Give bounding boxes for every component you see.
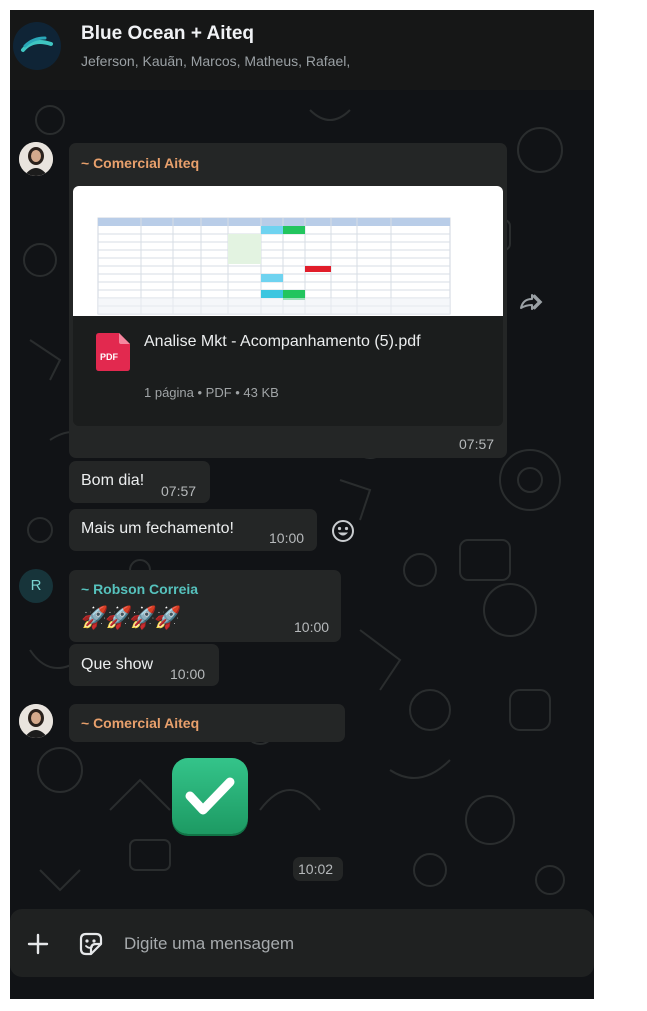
plus-icon[interactable]: [26, 932, 50, 956]
wave-logo-icon: [21, 36, 53, 52]
chat-header[interactable]: [10, 10, 594, 90]
check-mark-icon: [185, 777, 235, 815]
avatar-comercial-aiteq[interactable]: [19, 704, 53, 738]
message-time: 10:02: [298, 861, 334, 877]
spreadsheet-thumbnail: [97, 217, 451, 315]
sender-name[interactable]: ~ Robson Correia: [81, 581, 198, 597]
group-title[interactable]: Blue Ocean + Aiteq: [81, 23, 254, 45]
group-members[interactable]: Jeferson, Kauãn, Marcos, Matheus, Rafael…: [81, 53, 350, 69]
message-text: Mais um fechamento!: [81, 520, 234, 537]
message-input[interactable]: [124, 931, 564, 957]
chat-window: Blue Ocean + Aiteq Jeferson, Kauãn, Marc…: [10, 10, 594, 999]
forward-icon[interactable]: [518, 289, 544, 313]
document-preview[interactable]: [73, 186, 503, 316]
pdf-file-icon: PDF: [96, 333, 130, 371]
avatar-robson-correia[interactable]: R: [19, 569, 53, 603]
emoji-icon[interactable]: [330, 518, 356, 544]
message-time: 10:00: [294, 619, 330, 635]
sender-name[interactable]: ~ Comercial Aiteq: [81, 155, 199, 171]
message-time: 07:57: [161, 483, 197, 499]
person-avatar-icon: [19, 142, 53, 176]
message-text: Que show: [81, 656, 154, 673]
message-text: Bom dia!: [81, 472, 145, 489]
person-avatar-icon: [19, 704, 53, 738]
message-time: 10:00: [170, 666, 206, 682]
pdf-badge-label: PDF: [100, 352, 119, 362]
message-time: 10:00: [269, 530, 305, 546]
sender-name[interactable]: ~ Comercial Aiteq: [81, 715, 199, 731]
document-meta: 1 página • PDF • 43 KB: [144, 385, 279, 400]
document-name[interactable]: Analise Mkt - Acompanhamento (5).pdf: [144, 330, 464, 354]
sticker-icon[interactable]: [77, 930, 105, 958]
avatar-comercial-aiteq[interactable]: [19, 142, 53, 176]
message-emoji-text: 🚀🚀🚀🚀: [81, 605, 182, 630]
message-time: 07:57: [459, 436, 495, 452]
check-mark-sticker[interactable]: [172, 758, 248, 834]
group-avatar[interactable]: [13, 22, 61, 70]
